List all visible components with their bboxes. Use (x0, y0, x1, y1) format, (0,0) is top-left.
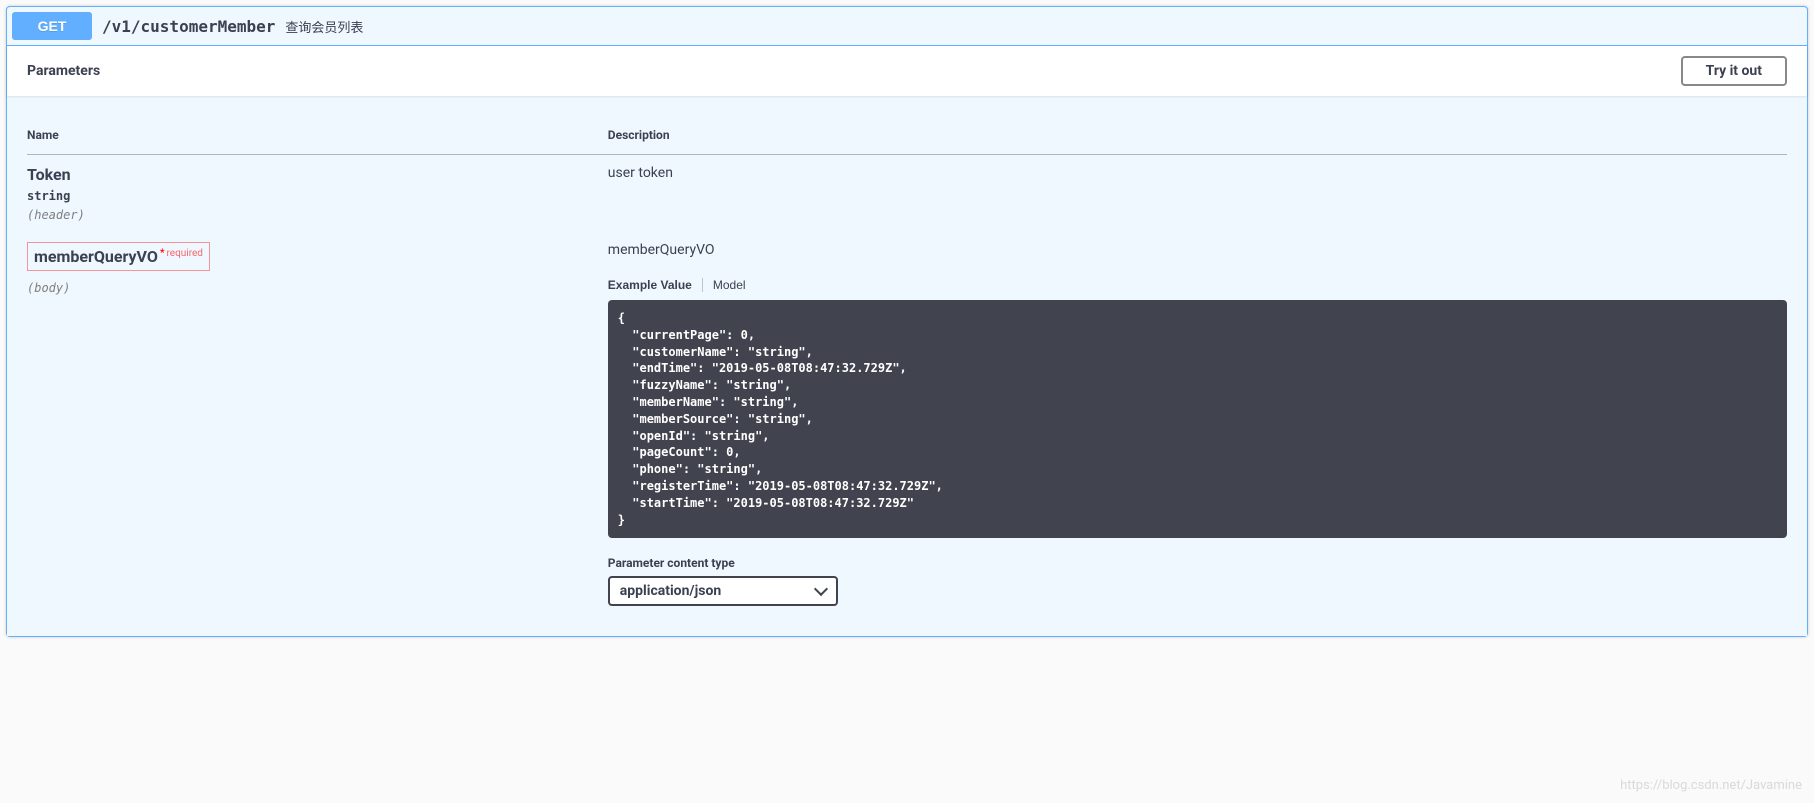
required-label: required (166, 248, 202, 259)
param-in: (header) (27, 208, 608, 222)
operation-path: /v1/customerMember (92, 17, 285, 36)
param-description: user token (608, 165, 1787, 181)
parameters-title: Parameters (27, 63, 100, 79)
parameters-table: Name Description Token string (header) u… (27, 116, 1787, 616)
parameters-header: Parameters Try it out (7, 46, 1807, 96)
operation-block: GET /v1/customerMember 查询会员列表 Parameters… (6, 6, 1808, 637)
parameter-row: Token string (header) user token (27, 155, 1787, 233)
content-type-select-wrap: application/json (608, 576, 838, 606)
content-type-select[interactable]: application/json (608, 576, 838, 606)
col-header-description: Description (608, 116, 1787, 155)
watermark: https://blog.csdn.net/Javamine (1620, 778, 1802, 793)
parameters-container: Name Description Token string (header) u… (7, 96, 1807, 636)
param-in: (body) (27, 281, 608, 295)
param-name-text: memberQueryVO (34, 247, 158, 266)
tab-model[interactable]: Model (702, 278, 756, 292)
param-name: Token (27, 165, 608, 184)
param-name: memberQueryVO*required (27, 242, 210, 271)
param-description: memberQueryVO (608, 242, 1787, 258)
example-model-tabs: Example Value Model (608, 278, 1787, 292)
col-header-name: Name (27, 116, 608, 155)
operation-summary[interactable]: GET /v1/customerMember 查询会员列表 (7, 7, 1807, 46)
parameter-row: memberQueryVO*required (body) memberQuer… (27, 232, 1787, 616)
param-type (27, 271, 608, 281)
param-type: string (27, 184, 608, 208)
http-method-badge: GET (12, 12, 92, 40)
try-it-out-button[interactable]: Try it out (1681, 56, 1787, 86)
operation-body: Parameters Try it out Name Description T… (7, 46, 1807, 636)
tab-example-value[interactable]: Example Value (608, 278, 702, 292)
example-json[interactable]: { "currentPage": 0, "customerName": "str… (608, 300, 1787, 538)
content-type-label: Parameter content type (608, 556, 1787, 570)
operation-description: 查询会员列表 (285, 17, 363, 36)
